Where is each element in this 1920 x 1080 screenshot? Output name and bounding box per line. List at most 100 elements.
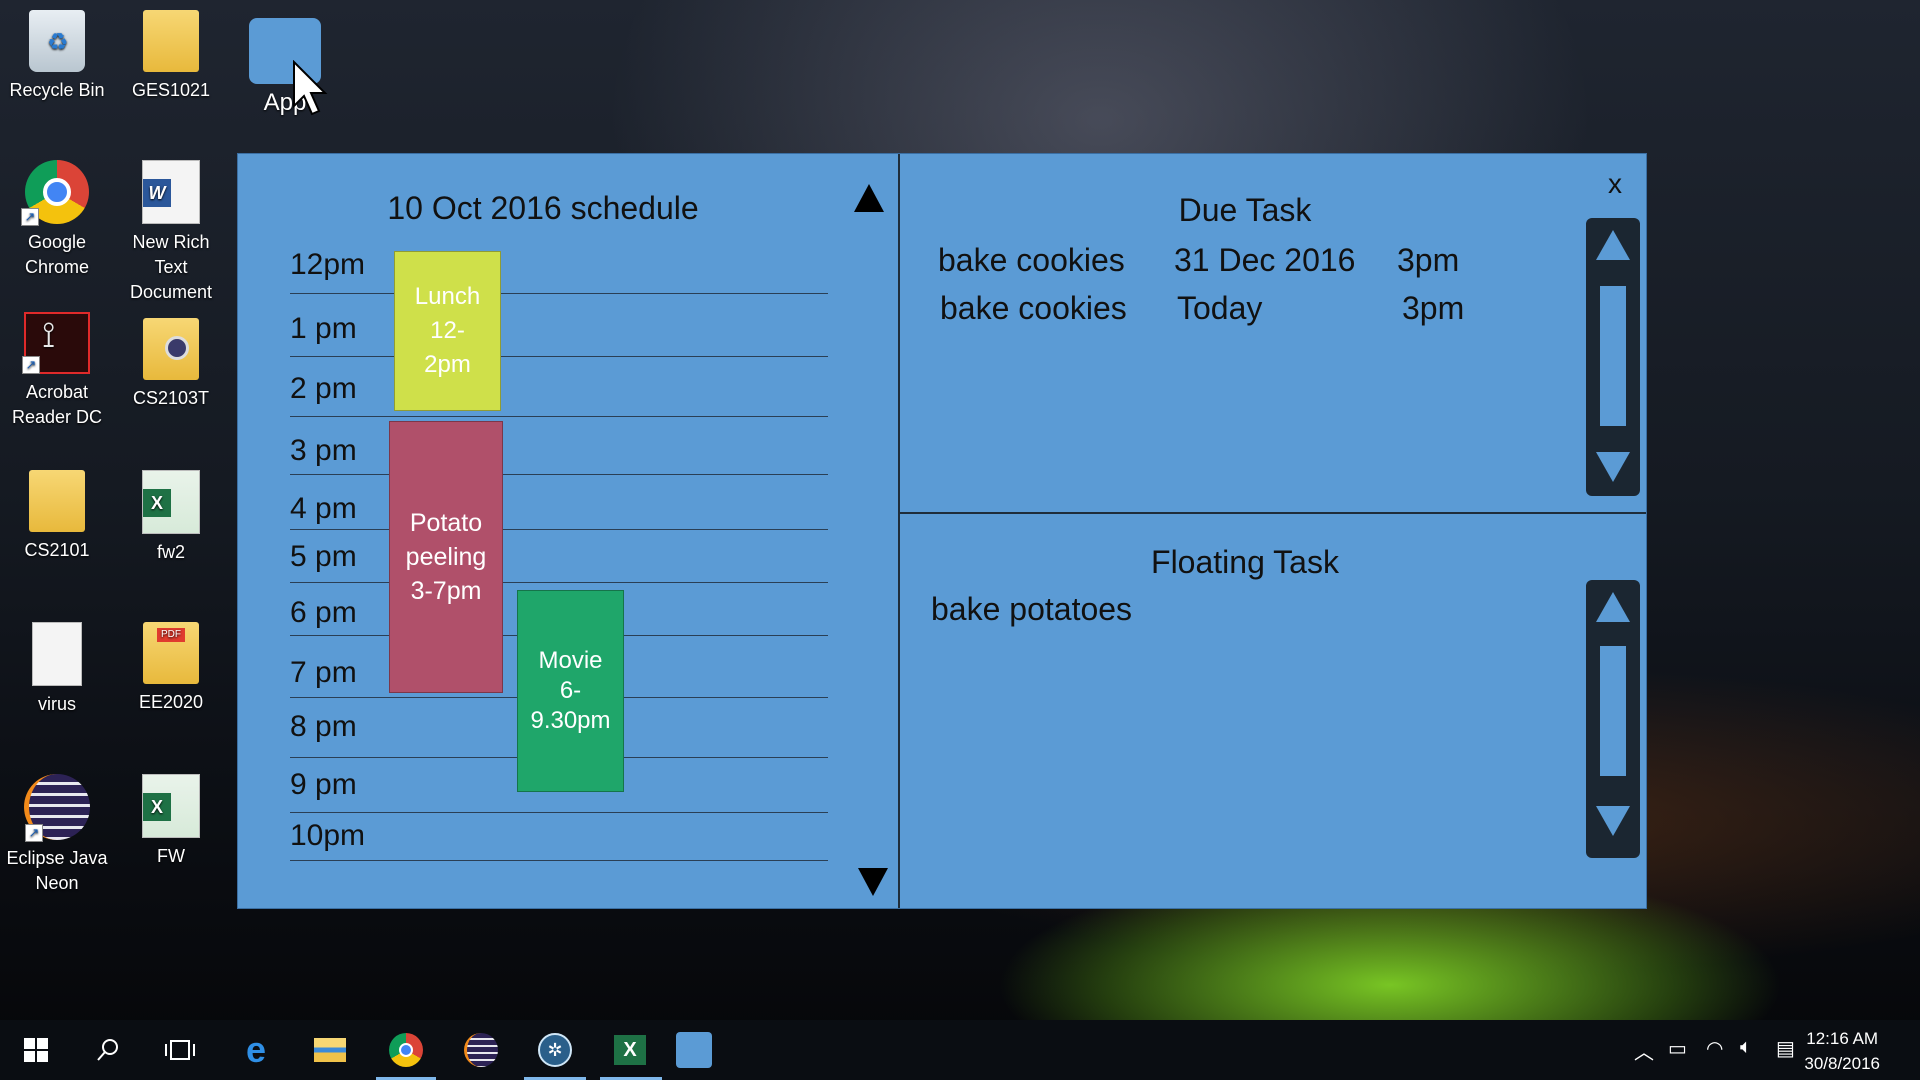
recycle-bin-icon: ♻ [29, 10, 85, 72]
icon-label-line-2: Chrome [24, 257, 90, 277]
app-icon [676, 1032, 712, 1068]
due-task-date: 31 Dec 2016 [1174, 242, 1356, 278]
excel-file-icon: X [142, 470, 200, 534]
icon-label: Acrobat [25, 382, 89, 402]
hour-label-3pm: 3 pm [290, 434, 357, 467]
folder-icon [143, 318, 199, 380]
hour-label-9pm: 9 pm [290, 768, 357, 801]
taskbar-clock[interactable]: 12:16 AM 30/8/2016 [1804, 1026, 1880, 1076]
action-center-button[interactable]: ▤ [1776, 1036, 1795, 1061]
wifi-icon: ◠ [1706, 1038, 1724, 1060]
event-text-line: 12- [430, 317, 465, 344]
event-text-line: 9.30pm [530, 707, 611, 734]
hour-divider [290, 293, 828, 294]
hour-divider [290, 812, 828, 813]
shortcut-arrow-icon: ↗ [25, 824, 43, 842]
hour-label-5pm: 5 pm [290, 540, 357, 573]
pdf-folder-icon: PDF [143, 622, 199, 684]
virus-file-shortcut[interactable]: virus [0, 622, 114, 717]
icon-label-line-2: Neon [35, 873, 79, 893]
word-document-icon: W [142, 160, 200, 224]
excel-icon: X [614, 1035, 646, 1065]
floating-task-item[interactable]: bake potatoes [931, 591, 1132, 628]
due-task-time: 3pm [1402, 290, 1465, 326]
icon-label: GES1021 [131, 80, 211, 100]
hour-divider [290, 582, 828, 583]
due-task-scrollbar[interactable] [1586, 218, 1640, 496]
new-rich-text-document-shortcut[interactable]: W New Rich Text Document [114, 160, 228, 305]
sourcetree-taskbar-button[interactable]: ✲ [533, 1028, 577, 1072]
task-view-icon [165, 1040, 195, 1060]
event-movie[interactable]: Movie 6- 9.30pm [517, 590, 624, 792]
windows-logo-icon [24, 1038, 48, 1062]
icon-label-line-2: Reader DC [11, 407, 103, 427]
google-chrome-shortcut[interactable]: ↗ Google Chrome [0, 160, 114, 280]
schedule-scroll-down-button[interactable] [858, 868, 888, 896]
cs2103t-folder-shortcut[interactable]: CS2103T [114, 318, 228, 411]
show-hidden-icons-button[interactable]: ︿ [1634, 1036, 1654, 1065]
fw-excel-shortcut[interactable]: X FW [114, 774, 228, 869]
search-icon [97, 1039, 118, 1061]
hour-label-8pm: 8 pm [290, 710, 357, 743]
volume-control[interactable]: 🔈︎ [1740, 1036, 1752, 1059]
due-scroll-down-button[interactable] [1596, 452, 1630, 482]
hour-label-4pm: 4 pm [290, 492, 357, 525]
eclipse-taskbar-button[interactable] [459, 1028, 503, 1072]
icon-label-line-2: Document [129, 282, 213, 302]
task-view-button[interactable] [158, 1028, 202, 1072]
hour-divider [290, 529, 828, 530]
event-lunch[interactable]: Lunch 12- 2pm [394, 251, 501, 411]
eclipse-icon [464, 1033, 498, 1067]
tree-app-icon: ✲ [538, 1033, 572, 1067]
due-task-title: Due Task [1178, 192, 1312, 228]
ee2020-pdf-shortcut[interactable]: PDF EE2020 [114, 622, 228, 715]
app-window: 10 Oct 2016 schedule 12pm 1 pm 2 pm 3 pm… [237, 153, 1647, 909]
floating-scroll-up-button[interactable] [1596, 592, 1630, 622]
cs2101-folder-shortcut[interactable]: CS2101 [0, 470, 114, 563]
app-taskbar-button[interactable] [672, 1028, 716, 1072]
due-task-name[interactable]: bake cookies [938, 242, 1125, 279]
excel-taskbar-button[interactable]: X [608, 1028, 652, 1072]
floating-scroll-thumb[interactable] [1600, 646, 1626, 776]
folder-icon [29, 470, 85, 532]
hour-label-1pm: 1 pm [290, 312, 357, 345]
chrome-taskbar-button[interactable] [384, 1028, 428, 1072]
event-potato-peeling[interactable]: Potato peeling 3-7pm [389, 421, 503, 693]
floating-task-title: Floating Task [1151, 544, 1339, 580]
schedule-scroll-up-button[interactable] [854, 184, 884, 212]
edge-taskbar-button[interactable]: e [234, 1028, 278, 1072]
due-task-panel: Due Task x bake cookies 31 Dec 2016 3pm … [900, 154, 1646, 514]
hour-divider [290, 416, 828, 417]
search-button[interactable] [86, 1028, 130, 1072]
edge-icon: e [245, 1029, 267, 1070]
recycle-bin-shortcut[interactable]: ♻ Recycle Bin [0, 10, 114, 103]
floating-task-scrollbar[interactable] [1586, 580, 1640, 858]
clock-date: 30/8/2016 [1804, 1054, 1880, 1073]
app-shortcut[interactable]: App [228, 18, 342, 116]
start-button[interactable] [14, 1028, 58, 1072]
fw2-excel-shortcut[interactable]: X fw2 [114, 470, 228, 565]
file-explorer-taskbar-button[interactable] [308, 1028, 352, 1072]
due-scroll-up-button[interactable] [1596, 230, 1630, 260]
battery-status[interactable]: ▭ [1668, 1036, 1687, 1061]
acrobat-reader-shortcut[interactable]: ⟟ ↗ Acrobat Reader DC [0, 312, 114, 430]
close-button[interactable]: x [1608, 168, 1622, 200]
due-task-name[interactable]: bake cookies [940, 290, 1127, 327]
event-text-line: 2pm [424, 351, 471, 378]
event-text-line: Movie [538, 647, 603, 674]
icon-label: Recycle Bin [9, 80, 105, 100]
eclipse-shortcut[interactable]: ↗ Eclipse Java Neon [0, 774, 114, 896]
due-scroll-thumb[interactable] [1600, 286, 1626, 426]
hour-label-7pm: 7 pm [290, 656, 357, 689]
icon-label: fw2 [156, 542, 185, 562]
network-status[interactable]: ◠ [1706, 1036, 1723, 1061]
floating-scroll-down-button[interactable] [1596, 806, 1630, 836]
mouse-cursor-icon [293, 60, 328, 116]
chrome-icon [389, 1033, 423, 1067]
chrome-icon: ↗ [21, 160, 89, 226]
file-explorer-icon [314, 1038, 346, 1062]
excel-file-icon: X [142, 774, 200, 838]
eclipse-icon: ↗ [24, 774, 90, 842]
icon-label: CS2101 [24, 540, 90, 560]
ges1021-folder-shortcut[interactable]: GES1021 [114, 10, 228, 103]
